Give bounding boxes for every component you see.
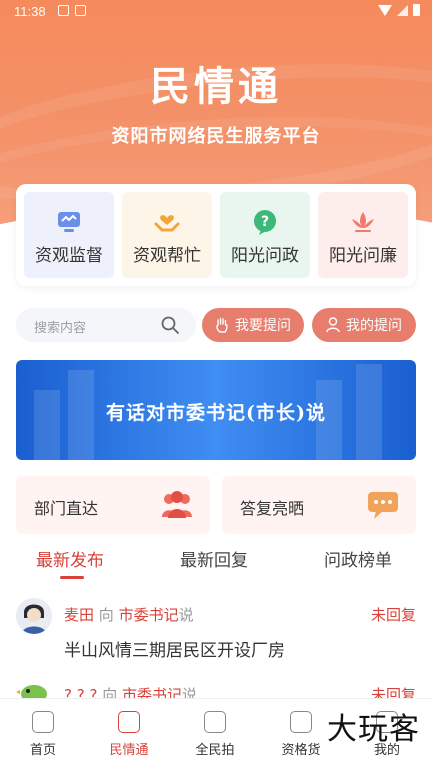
- user-avatar-icon: [16, 598, 52, 634]
- service-tile-supervision[interactable]: 资观监督: [24, 192, 114, 278]
- battery-icon: [413, 4, 420, 16]
- status-notification-icons: [58, 5, 86, 16]
- nav-label: 全民拍: [195, 743, 235, 758]
- camera-icon: [204, 711, 226, 733]
- post-to-word: 向: [98, 606, 114, 624]
- lotus-icon: [352, 212, 374, 232]
- wifi-icon: [378, 4, 392, 16]
- service-tile-inquiry[interactable]: ? 阳光问政: [220, 192, 310, 278]
- tab-latest-posts[interactable]: 最新发布: [36, 546, 104, 571]
- nav-home[interactable]: 首页: [0, 707, 86, 758]
- reply-showcase-label: 答复亮晒: [240, 499, 305, 518]
- group-icon: [162, 491, 192, 518]
- question-bubble-icon: ?: [254, 210, 276, 235]
- app-subtitle: 资阳市网络民生服务平台: [111, 126, 321, 147]
- nav-label: 首页: [29, 743, 56, 758]
- chat-bubble-icon: [368, 492, 398, 519]
- service-tile-integrity[interactable]: 阳光问廉: [318, 192, 408, 278]
- status-system-icons: [378, 4, 420, 16]
- tab-rankings[interactable]: 问政榜单: [324, 546, 392, 571]
- my-questions-button[interactable]: 我的提问: [312, 308, 416, 342]
- watermark-logo: 大玩客: [327, 712, 420, 747]
- search-icon[interactable]: [160, 315, 180, 335]
- app-notification-icon: [75, 5, 86, 16]
- service-label: 资观监督: [35, 246, 103, 266]
- post-target: 市委书记: [118, 606, 179, 624]
- department-direct-label: 部门直达: [34, 499, 99, 518]
- banner-text: 有话对市委书记(市长)说: [106, 402, 326, 424]
- services-card: 资观监督 资观帮忙 ? 阳光问政 阳光问廉: [16, 184, 416, 286]
- status-badge: 未回复: [370, 606, 416, 624]
- search-placeholder: 搜索内容: [34, 321, 87, 336]
- hands-heart-icon: [154, 215, 180, 232]
- post-title[interactable]: 半山风情三期居民区开设厂房: [64, 636, 285, 661]
- status-bar: 11:38: [0, 0, 432, 24]
- post-said-word: 说: [178, 606, 194, 624]
- image-notification-icon: [58, 5, 69, 16]
- service-label: 资观帮忙: [133, 246, 201, 266]
- monitor-icon: [58, 212, 80, 232]
- post-author[interactable]: 麦田: [64, 606, 94, 624]
- ask-question-button[interactable]: 我要提问: [202, 308, 304, 342]
- status-time: 11:38: [14, 4, 46, 19]
- clipboard-icon: [118, 711, 140, 733]
- app-title: 民情通: [150, 63, 282, 110]
- department-direct-tile[interactable]: 部门直达: [16, 476, 210, 534]
- bag-icon: [290, 711, 312, 733]
- promo-banner[interactable]: 有话对市委书记(市长)说: [16, 360, 416, 460]
- active-tab-indicator: [60, 576, 84, 579]
- search-input[interactable]: 搜索内容: [16, 308, 196, 342]
- nav-citizen-photo[interactable]: 全民拍: [172, 707, 258, 758]
- service-tile-help[interactable]: 资观帮忙: [122, 192, 212, 278]
- service-label: 阳光问政: [231, 246, 299, 266]
- reply-showcase-tile[interactable]: 答复亮晒: [222, 476, 416, 534]
- hand-icon: [216, 317, 228, 333]
- ask-question-label: 我要提问: [235, 318, 291, 334]
- home-icon: [32, 711, 54, 733]
- signal-icon: [397, 4, 408, 16]
- my-questions-label: 我的提问: [346, 318, 402, 334]
- nav-minqingtong[interactable]: 民情通: [86, 707, 172, 758]
- post-meta: 麦田 向 市委书记说: [64, 604, 194, 625]
- user-icon: [326, 317, 340, 333]
- nav-label: 民情通: [109, 743, 149, 758]
- avatar: [16, 598, 52, 634]
- svg-text:?: ?: [261, 214, 269, 230]
- service-label: 阳光问廉: [329, 246, 397, 266]
- tab-latest-replies[interactable]: 最新回复: [180, 546, 248, 571]
